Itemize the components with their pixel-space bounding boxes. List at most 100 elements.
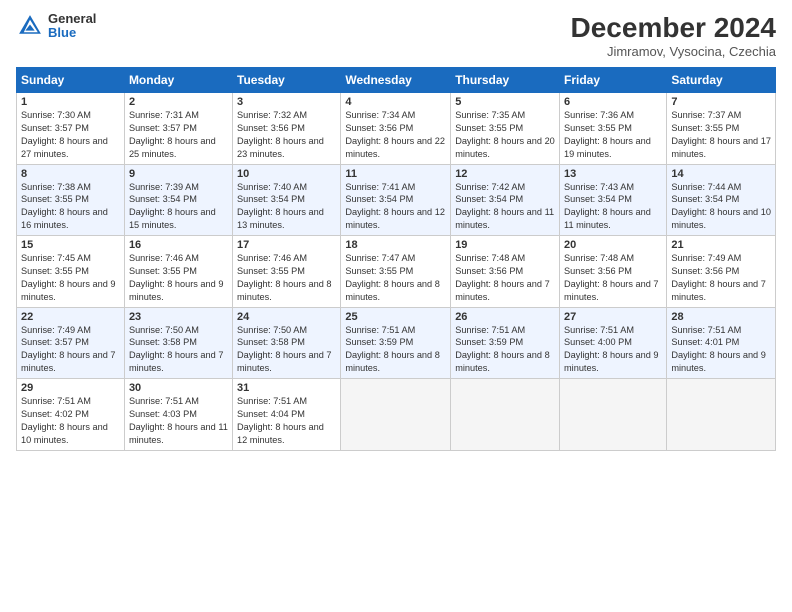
day-number: 22 bbox=[21, 311, 120, 323]
day-number: 26 bbox=[455, 311, 555, 323]
col-monday: Monday bbox=[124, 68, 232, 93]
calendar-cell: 11Sunrise: 7:41 AMSunset: 3:54 PMDayligh… bbox=[341, 164, 451, 236]
day-info: Sunrise: 7:51 AMSunset: 3:59 PMDaylight:… bbox=[455, 324, 555, 376]
day-info: Sunrise: 7:30 AMSunset: 3:57 PMDaylight:… bbox=[21, 109, 120, 161]
day-number: 4 bbox=[345, 96, 446, 108]
calendar-cell: 27Sunrise: 7:51 AMSunset: 4:00 PMDayligh… bbox=[560, 307, 667, 379]
day-info: Sunrise: 7:34 AMSunset: 3:56 PMDaylight:… bbox=[345, 109, 446, 161]
logo-general: General bbox=[48, 12, 96, 26]
day-number: 19 bbox=[455, 239, 555, 251]
calendar-cell: 24Sunrise: 7:50 AMSunset: 3:58 PMDayligh… bbox=[233, 307, 341, 379]
day-number: 17 bbox=[237, 239, 336, 251]
day-info: Sunrise: 7:48 AMSunset: 3:56 PMDaylight:… bbox=[564, 252, 662, 304]
logo-icon bbox=[16, 12, 44, 40]
day-number: 9 bbox=[129, 168, 228, 180]
day-info: Sunrise: 7:41 AMSunset: 3:54 PMDaylight:… bbox=[345, 181, 446, 233]
calendar-cell: 17Sunrise: 7:46 AMSunset: 3:55 PMDayligh… bbox=[233, 236, 341, 308]
calendar-cell: 6Sunrise: 7:36 AMSunset: 3:55 PMDaylight… bbox=[560, 93, 667, 165]
day-info: Sunrise: 7:39 AMSunset: 3:54 PMDaylight:… bbox=[129, 181, 228, 233]
calendar-row: 8Sunrise: 7:38 AMSunset: 3:55 PMDaylight… bbox=[17, 164, 776, 236]
calendar-cell: 5Sunrise: 7:35 AMSunset: 3:55 PMDaylight… bbox=[451, 93, 560, 165]
calendar-cell: 21Sunrise: 7:49 AMSunset: 3:56 PMDayligh… bbox=[667, 236, 776, 308]
logo-blue: Blue bbox=[48, 26, 96, 40]
calendar-cell: 7Sunrise: 7:37 AMSunset: 3:55 PMDaylight… bbox=[667, 93, 776, 165]
calendar-cell: 3Sunrise: 7:32 AMSunset: 3:56 PMDaylight… bbox=[233, 93, 341, 165]
calendar-cell: 31Sunrise: 7:51 AMSunset: 4:04 PMDayligh… bbox=[233, 379, 341, 451]
day-number: 24 bbox=[237, 311, 336, 323]
day-info: Sunrise: 7:50 AMSunset: 3:58 PMDaylight:… bbox=[129, 324, 228, 376]
day-number: 11 bbox=[345, 168, 446, 180]
calendar-row: 1Sunrise: 7:30 AMSunset: 3:57 PMDaylight… bbox=[17, 93, 776, 165]
day-number: 15 bbox=[21, 239, 120, 251]
calendar-cell: 9Sunrise: 7:39 AMSunset: 3:54 PMDaylight… bbox=[124, 164, 232, 236]
day-info: Sunrise: 7:42 AMSunset: 3:54 PMDaylight:… bbox=[455, 181, 555, 233]
calendar-cell: 16Sunrise: 7:46 AMSunset: 3:55 PMDayligh… bbox=[124, 236, 232, 308]
col-friday: Friday bbox=[560, 68, 667, 93]
calendar-cell: 1Sunrise: 7:30 AMSunset: 3:57 PMDaylight… bbox=[17, 93, 125, 165]
page: General Blue December 2024 Jimramov, Vys… bbox=[0, 0, 792, 612]
day-info: Sunrise: 7:46 AMSunset: 3:55 PMDaylight:… bbox=[237, 252, 336, 304]
day-info: Sunrise: 7:50 AMSunset: 3:58 PMDaylight:… bbox=[237, 324, 336, 376]
day-number: 7 bbox=[671, 96, 771, 108]
col-thursday: Thursday bbox=[451, 68, 560, 93]
calendar-cell: 8Sunrise: 7:38 AMSunset: 3:55 PMDaylight… bbox=[17, 164, 125, 236]
calendar-cell: 12Sunrise: 7:42 AMSunset: 3:54 PMDayligh… bbox=[451, 164, 560, 236]
calendar-table: Sunday Monday Tuesday Wednesday Thursday… bbox=[16, 67, 776, 451]
day-number: 12 bbox=[455, 168, 555, 180]
day-number: 1 bbox=[21, 96, 120, 108]
day-info: Sunrise: 7:51 AMSunset: 3:59 PMDaylight:… bbox=[345, 324, 446, 376]
col-sunday: Sunday bbox=[17, 68, 125, 93]
calendar-cell: 30Sunrise: 7:51 AMSunset: 4:03 PMDayligh… bbox=[124, 379, 232, 451]
day-number: 31 bbox=[237, 382, 336, 394]
day-number: 10 bbox=[237, 168, 336, 180]
day-number: 20 bbox=[564, 239, 662, 251]
day-number: 2 bbox=[129, 96, 228, 108]
day-number: 27 bbox=[564, 311, 662, 323]
day-info: Sunrise: 7:51 AMSunset: 4:00 PMDaylight:… bbox=[564, 324, 662, 376]
calendar-cell: 4Sunrise: 7:34 AMSunset: 3:56 PMDaylight… bbox=[341, 93, 451, 165]
calendar-cell: 2Sunrise: 7:31 AMSunset: 3:57 PMDaylight… bbox=[124, 93, 232, 165]
day-info: Sunrise: 7:51 AMSunset: 4:02 PMDaylight:… bbox=[21, 395, 120, 447]
day-info: Sunrise: 7:43 AMSunset: 3:54 PMDaylight:… bbox=[564, 181, 662, 233]
calendar-cell: 22Sunrise: 7:49 AMSunset: 3:57 PMDayligh… bbox=[17, 307, 125, 379]
day-number: 13 bbox=[564, 168, 662, 180]
day-number: 29 bbox=[21, 382, 120, 394]
calendar-cell: 15Sunrise: 7:45 AMSunset: 3:55 PMDayligh… bbox=[17, 236, 125, 308]
calendar-cell: 29Sunrise: 7:51 AMSunset: 4:02 PMDayligh… bbox=[17, 379, 125, 451]
col-tuesday: Tuesday bbox=[233, 68, 341, 93]
calendar-cell: 26Sunrise: 7:51 AMSunset: 3:59 PMDayligh… bbox=[451, 307, 560, 379]
calendar-cell: 18Sunrise: 7:47 AMSunset: 3:55 PMDayligh… bbox=[341, 236, 451, 308]
day-number: 14 bbox=[671, 168, 771, 180]
col-saturday: Saturday bbox=[667, 68, 776, 93]
day-number: 8 bbox=[21, 168, 120, 180]
day-number: 23 bbox=[129, 311, 228, 323]
day-info: Sunrise: 7:49 AMSunset: 3:57 PMDaylight:… bbox=[21, 324, 120, 376]
title-block: December 2024 Jimramov, Vysocina, Czechi… bbox=[571, 12, 776, 59]
day-info: Sunrise: 7:46 AMSunset: 3:55 PMDaylight:… bbox=[129, 252, 228, 304]
day-number: 18 bbox=[345, 239, 446, 251]
calendar-cell bbox=[667, 379, 776, 451]
calendar-cell: 25Sunrise: 7:51 AMSunset: 3:59 PMDayligh… bbox=[341, 307, 451, 379]
day-info: Sunrise: 7:49 AMSunset: 3:56 PMDaylight:… bbox=[671, 252, 771, 304]
day-info: Sunrise: 7:40 AMSunset: 3:54 PMDaylight:… bbox=[237, 181, 336, 233]
logo: General Blue bbox=[16, 12, 96, 41]
calendar-row: 15Sunrise: 7:45 AMSunset: 3:55 PMDayligh… bbox=[17, 236, 776, 308]
day-info: Sunrise: 7:47 AMSunset: 3:55 PMDaylight:… bbox=[345, 252, 446, 304]
day-info: Sunrise: 7:51 AMSunset: 4:03 PMDaylight:… bbox=[129, 395, 228, 447]
day-number: 16 bbox=[129, 239, 228, 251]
calendar-cell bbox=[341, 379, 451, 451]
day-info: Sunrise: 7:51 AMSunset: 4:04 PMDaylight:… bbox=[237, 395, 336, 447]
location: Jimramov, Vysocina, Czechia bbox=[571, 44, 776, 59]
calendar-cell: 28Sunrise: 7:51 AMSunset: 4:01 PMDayligh… bbox=[667, 307, 776, 379]
day-info: Sunrise: 7:51 AMSunset: 4:01 PMDaylight:… bbox=[671, 324, 771, 376]
calendar-cell bbox=[560, 379, 667, 451]
day-info: Sunrise: 7:36 AMSunset: 3:55 PMDaylight:… bbox=[564, 109, 662, 161]
day-info: Sunrise: 7:32 AMSunset: 3:56 PMDaylight:… bbox=[237, 109, 336, 161]
day-info: Sunrise: 7:35 AMSunset: 3:55 PMDaylight:… bbox=[455, 109, 555, 161]
calendar-row: 29Sunrise: 7:51 AMSunset: 4:02 PMDayligh… bbox=[17, 379, 776, 451]
day-info: Sunrise: 7:48 AMSunset: 3:56 PMDaylight:… bbox=[455, 252, 555, 304]
day-number: 25 bbox=[345, 311, 446, 323]
calendar-cell: 19Sunrise: 7:48 AMSunset: 3:56 PMDayligh… bbox=[451, 236, 560, 308]
header: General Blue December 2024 Jimramov, Vys… bbox=[16, 12, 776, 59]
month-title: December 2024 bbox=[571, 12, 776, 44]
